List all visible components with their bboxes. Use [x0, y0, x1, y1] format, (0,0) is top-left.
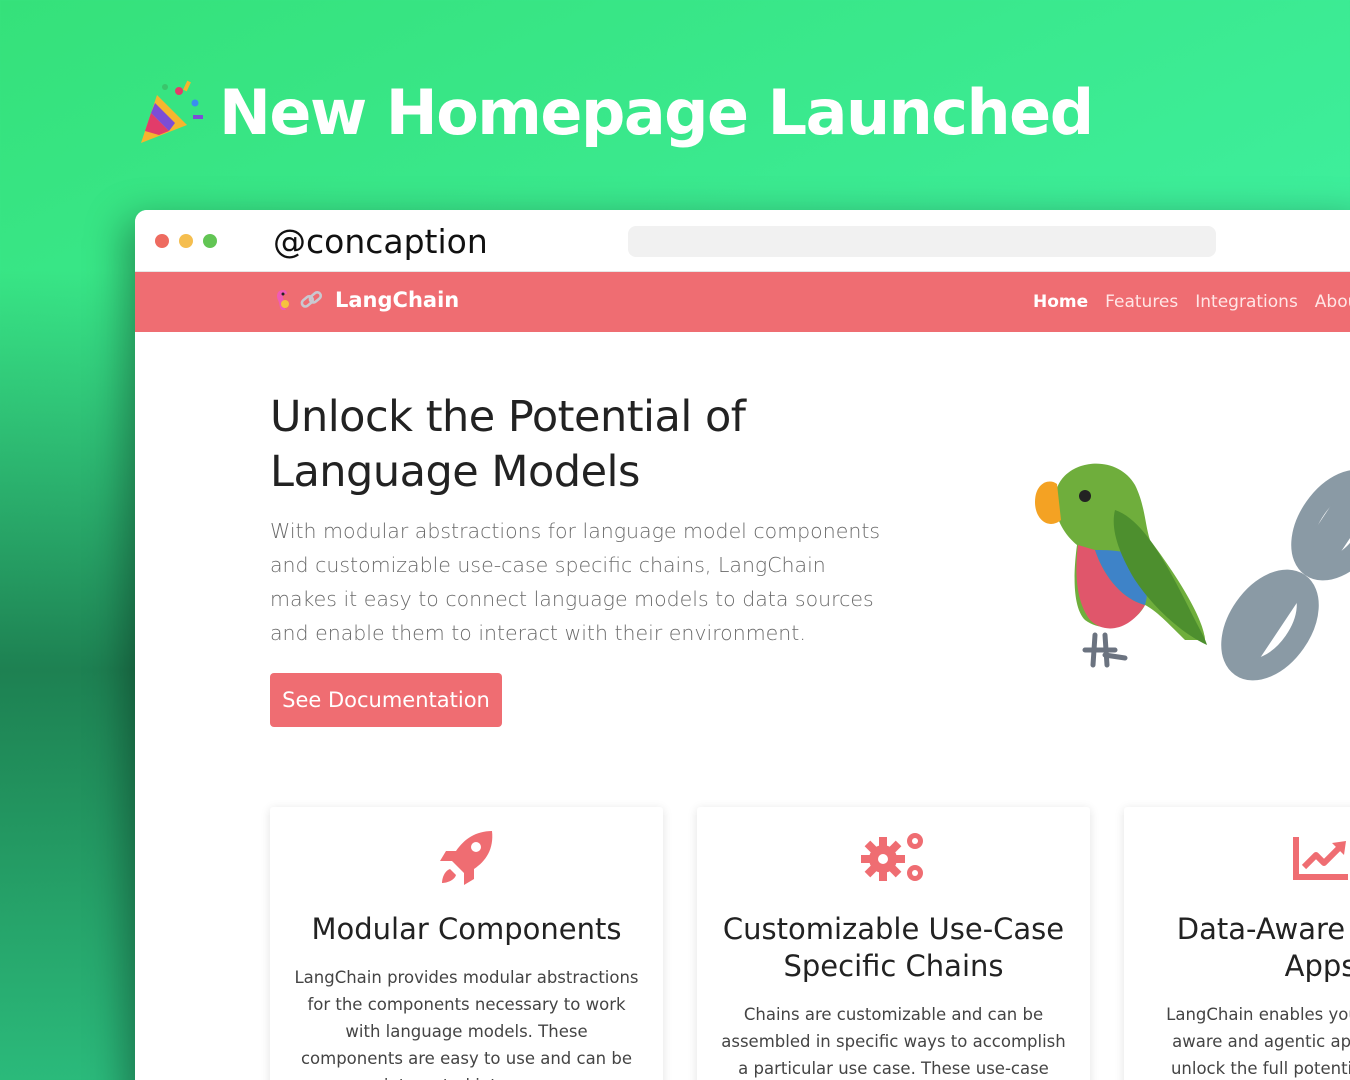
- browser-titlebar: @concaption: [135, 210, 1350, 272]
- brand-name: LangChain: [335, 288, 460, 312]
- nav-links: Home Features Integrations About: [1033, 292, 1350, 312]
- hero-description: With modular abstractions for language m…: [270, 519, 881, 645]
- chart-line-icon: [1292, 837, 1348, 880]
- feature-title: Customizable Use-Case Specific Chains: [722, 912, 1065, 983]
- maximize-window-dot[interactable]: [203, 234, 217, 248]
- parrot-with-chain-illustration: [1035, 463, 1350, 681]
- hero-title: Unlock the Potential of Language Models: [270, 390, 890, 500]
- feature-body: LangChain provides modular abstractions …: [294, 968, 639, 1080]
- parrot-logo-icon: [277, 290, 289, 310]
- hero-title-line-1: Unlock the Potential of: [270, 392, 746, 442]
- party-popper-icon: [141, 80, 203, 143]
- feature-cards: Modular Components LangChain provides mo…: [270, 807, 1350, 1080]
- address-bar[interactable]: [628, 226, 1216, 257]
- hero-section: Unlock the Potential of Language Models …: [270, 390, 890, 650]
- feature-card-custom-chains: Customizable Use-Case Specific Chains Ch…: [697, 807, 1090, 1080]
- background-shadow: [0, 0, 140, 1080]
- parrot-icon: [1035, 463, 1207, 668]
- close-window-dot[interactable]: [155, 234, 169, 248]
- feature-card-modular-components: Modular Components LangChain provides mo…: [270, 807, 663, 1080]
- feature-body: LangChain enables you to build data-awar…: [1166, 1005, 1350, 1078]
- rocket-icon: [439, 831, 492, 885]
- feature-title: Data-Aware Agentic Apps: [1176, 912, 1350, 983]
- minimize-window-dot[interactable]: [179, 234, 193, 248]
- author-handle: @concaption: [273, 222, 488, 261]
- nav-link-home[interactable]: Home: [1033, 292, 1088, 312]
- nav-link-features[interactable]: Features: [1105, 292, 1178, 312]
- nav-link-integrations[interactable]: Integrations: [1195, 292, 1298, 312]
- feature-title: Modular Components: [311, 912, 622, 946]
- feature-card-data-aware-apps: Data-Aware Agentic Apps LangChain enable…: [1124, 807, 1350, 1080]
- link-icon: [300, 290, 323, 308]
- see-documentation-button[interactable]: See Documentation: [270, 673, 502, 727]
- banner-title: New Homepage Launched: [219, 76, 1094, 149]
- brand[interactable]: LangChain: [273, 288, 459, 312]
- site-navbar: LangChain Home Features Integrations Abo…: [135, 272, 1350, 332]
- nav-link-about[interactable]: About: [1315, 292, 1350, 312]
- gears-icon: [860, 833, 923, 881]
- browser-window: @concaption LangChain Home Features Inte…: [135, 210, 1350, 1080]
- hero-title-line-2: Language Models: [270, 447, 640, 497]
- feature-body: Chains are customizable and can be assem…: [721, 1005, 1066, 1078]
- banner: New Homepage Launched: [135, 70, 1094, 155]
